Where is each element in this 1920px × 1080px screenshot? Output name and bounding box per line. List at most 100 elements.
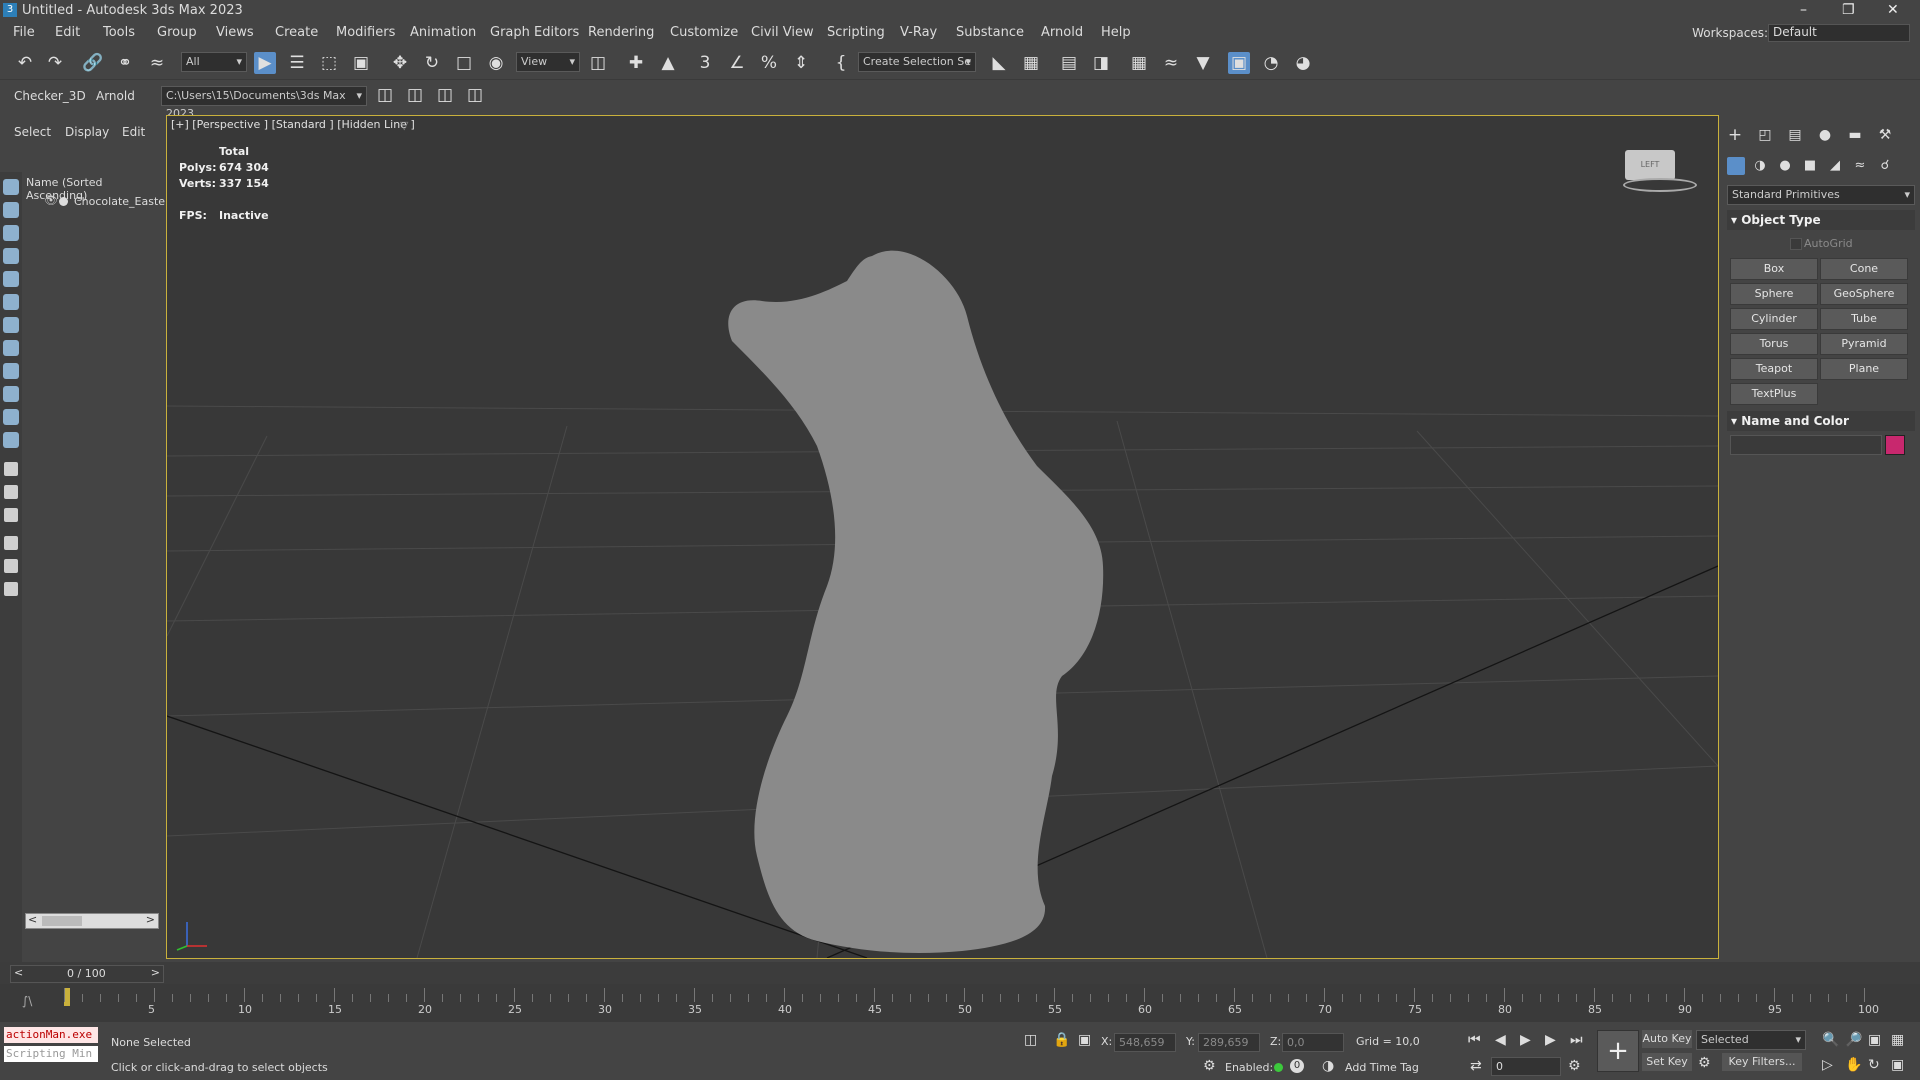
perspective-viewport[interactable]: [+] [Perspective ] [Standard ] [Hidden L… [166,115,1719,959]
display-none-icon[interactable] [4,485,18,499]
display-helpers-icon[interactable] [3,271,19,287]
snaps-toggle-icon[interactable]: 3 [694,52,716,74]
key-mode-dropdown[interactable]: Selected [1696,1030,1806,1050]
display-frozen-icon[interactable] [3,409,19,425]
display-spacewarps-icon[interactable] [3,294,19,310]
orbit-icon[interactable]: ↻ [1868,1057,1880,1073]
object-name-field[interactable] [1730,435,1882,455]
modify-tab-icon[interactable]: ◰ [1754,124,1776,146]
open-project-icon[interactable]: ◫ [434,84,456,106]
set-key-icon[interactable]: + [1597,1030,1639,1072]
display-cameras-icon[interactable] [3,248,19,264]
teapot-button[interactable]: Teapot [1730,358,1818,380]
maximize-viewport-icon[interactable]: ▣ [1891,1057,1904,1073]
find-icon[interactable] [4,582,18,596]
project-settings-icon[interactable]: ◫ [464,84,486,106]
object-type-rollout[interactable]: ▾ Object Type [1727,210,1915,230]
material-editor-icon[interactable]: ▣ [1228,52,1250,74]
add-time-tag-label[interactable]: Add Time Tag [1345,1061,1419,1074]
utilities-tab-icon[interactable]: ⚒ [1874,124,1896,146]
spacewarps-category-icon[interactable]: ≈ [1849,155,1871,177]
menu-modifiers[interactable]: Modifiers [336,25,395,40]
time-tag-icon[interactable]: ◑ [1322,1058,1334,1074]
previous-frame-icon[interactable]: ◀ [1495,1032,1506,1048]
zoom-all-icon[interactable]: 🔎 [1845,1032,1862,1048]
time-configuration-icon[interactable]: ⚙ [1568,1058,1581,1074]
menu-customize[interactable]: Customize [670,25,738,40]
display-containers-icon[interactable] [3,386,19,402]
edit-named-selection-icon[interactable]: { [830,52,852,74]
select-manipulate-icon[interactable]: ✚ [625,52,647,74]
tube-button[interactable]: Tube [1820,308,1908,330]
ribbon-toggle-icon[interactable]: ▦ [1128,52,1150,74]
keyboard-shortcut-override-icon[interactable]: ▲ [657,52,679,74]
y-coordinate-field[interactable]: 289,659 [1198,1033,1260,1052]
display-groups-icon[interactable] [3,317,19,333]
motion-tab-icon[interactable]: ● [1814,124,1836,146]
menu-vray[interactable]: V-Ray [900,25,937,40]
restore-button[interactable]: ❐ [1842,2,1855,18]
menu-civil-view[interactable]: Civil View [751,25,814,40]
next-frame-icon[interactable]: > [151,966,160,979]
display-invert-icon[interactable] [4,508,18,522]
select-by-name-icon[interactable]: ☰ [286,52,308,74]
viewport-canvas[interactable] [167,116,1718,958]
menu-graph-editors[interactable]: Graph Editors [490,25,579,40]
shapes-category-icon[interactable]: ◑ [1749,155,1771,177]
window-crossing-icon[interactable]: ▣ [350,52,372,74]
zoom-extents-icon[interactable]: ▣ [1868,1032,1881,1048]
go-to-end-icon[interactable]: ⏭ [1570,1032,1583,1048]
filter-toggle-icon[interactable] [4,559,18,573]
pivot-center-icon[interactable]: ◫ [587,52,609,74]
menu-scripting[interactable]: Scripting [827,25,885,40]
current-frame-field[interactable]: 0 [1491,1057,1561,1076]
undo-icon[interactable]: ↶ [14,52,36,74]
rotate-icon[interactable]: ↻ [421,52,443,74]
systems-category-icon[interactable]: ☌ [1874,155,1896,177]
eye-icon[interactable]: 👁 [44,194,58,207]
geosphere-button[interactable]: GeoSphere [1820,283,1908,305]
geometry-category-icon[interactable] [1727,157,1745,175]
scene-explorer-toggle-icon[interactable]: ▤ [1058,52,1080,74]
spinner-snap-icon[interactable]: ⇕ [790,52,812,74]
display-geometry-icon[interactable] [3,179,19,195]
menu-tools[interactable]: Tools [103,25,135,40]
scroll-thumb[interactable] [42,916,82,926]
redo-icon[interactable]: ↷ [44,52,66,74]
display-hidden-icon[interactable] [3,432,19,448]
maxscript-listener-output[interactable]: actionMan.exe [4,1027,98,1043]
hierarchy-tab-icon[interactable]: ▤ [1784,124,1806,146]
tab-arnold[interactable]: Arnold [96,89,135,103]
project-path-dropdown[interactable]: C:\Users\15\Documents\3ds Max 2023 [161,86,367,120]
enabled-indicator-icon[interactable] [1274,1063,1283,1072]
mirror-icon[interactable]: ◣ [988,52,1010,74]
absolute-mode-icon[interactable]: ▣ [1078,1032,1091,1048]
sphere-button[interactable]: Sphere [1730,283,1818,305]
lights-category-icon[interactable]: ● [1774,155,1796,177]
project-folder-icon[interactable]: ◫ [374,84,396,106]
menu-group[interactable]: Group [157,25,197,40]
tab-checker-3d[interactable]: Checker_3D [14,89,86,103]
key-mode-toggle-icon[interactable]: ⇄ [1470,1058,1482,1074]
reference-coordinate-dropdown[interactable]: View [516,52,580,72]
place-icon[interactable]: ◉ [485,52,507,74]
plane-button[interactable]: Plane [1820,358,1908,380]
schematic-view-icon[interactable]: ▼ [1192,52,1214,74]
new-project-icon[interactable]: ◫ [404,84,426,106]
explorer-scrollbar[interactable]: < > [25,913,159,929]
zoom-icon[interactable]: 🔍 [1822,1032,1839,1048]
prev-frame-icon[interactable]: < [14,966,23,979]
close-button[interactable]: ✕ [1887,2,1899,18]
render-frame-icon[interactable]: ◕ [1292,52,1314,74]
scroll-right-icon[interactable]: > [146,913,155,926]
angle-snap-icon[interactable]: ∠ [726,52,748,74]
display-xrefs-icon[interactable] [3,340,19,356]
select-object-icon[interactable]: ▶ [254,52,276,74]
field-of-view-icon[interactable]: ▷ [1822,1057,1833,1073]
tab-select[interactable]: Select [14,125,51,139]
percent-snap-icon[interactable]: % [758,52,780,74]
bind-space-warp-icon[interactable]: ≈ [146,52,168,74]
menu-help[interactable]: Help [1101,25,1131,40]
textplus-button[interactable]: TextPlus [1730,383,1818,405]
go-to-start-icon[interactable]: ⏮ [1468,1032,1481,1048]
